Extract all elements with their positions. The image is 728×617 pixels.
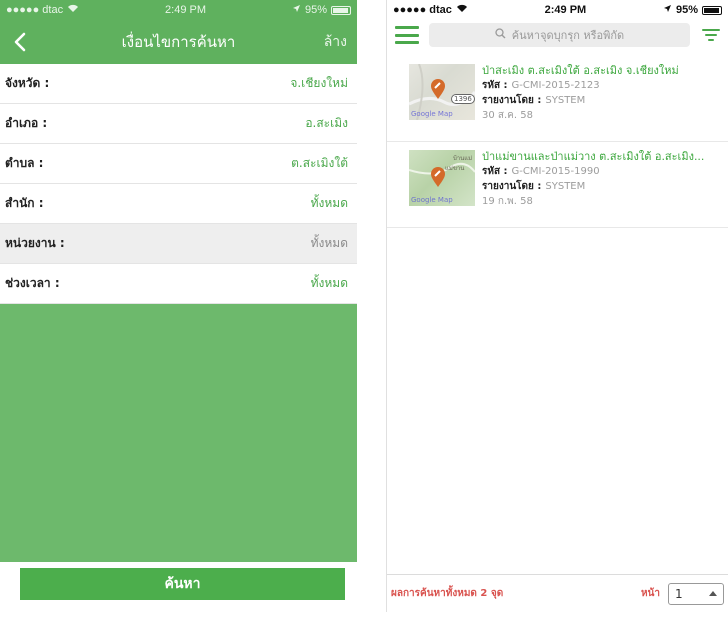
- filter-screen: ●●●●● dtac 2:49 PM 95% เงื่อนไขการค้นหา …: [0, 0, 357, 612]
- result-card[interactable]: บ้านแม่ แม่ขาน Google Map ป่าแม่ขานและป่…: [387, 142, 728, 228]
- filter-icon[interactable]: [700, 27, 722, 43]
- status-time: 2:49 PM: [544, 4, 587, 16]
- location-icon: [663, 4, 672, 16]
- filter-label: ตำบล :: [5, 156, 44, 170]
- results-count: ผลการค้นหาทั้งหมด 2 จุด: [391, 588, 504, 599]
- result-date: 19 ก.พ. 58: [482, 196, 533, 207]
- result-reporter-line: รายงานโดย : SYSTEM: [482, 93, 724, 108]
- map-place-label: บ้านแม่: [453, 155, 473, 162]
- page-title: เงื่อนไขการค้นหา: [121, 33, 236, 51]
- battery-percent: 95%: [304, 4, 327, 16]
- results-list: 1396 Google Map ป่าสะเมิง ต.สะเมิงใต้ อ.…: [387, 50, 728, 228]
- filter-row-bureau[interactable]: สำนัก : ทั้งหมด: [0, 184, 357, 224]
- result-title: ป่าสะเมิง ต.สะเมิงใต้ อ.สะเมิง จ.เชียงให…: [482, 64, 679, 77]
- reporter-label: รายงานโดย :: [482, 95, 542, 106]
- wifi-icon: [67, 4, 79, 16]
- result-reporter: SYSTEM: [545, 95, 586, 106]
- magnifier-icon: [495, 28, 506, 42]
- result-reporter-line: รายงานโดย : SYSTEM: [482, 179, 724, 194]
- wifi-icon: [456, 4, 468, 16]
- code-label: รหัส :: [482, 80, 508, 91]
- result-code: G-CMI-2015-1990: [511, 166, 600, 177]
- page-select[interactable]: 1: [668, 582, 724, 605]
- caret-up-icon: [709, 591, 717, 596]
- results-footer: ผลการค้นหาทั้งหมด 2 จุด หน้า 1: [387, 574, 728, 612]
- search-button[interactable]: ค้นหา: [20, 568, 345, 600]
- result-card-body: ป่าแม่ขานและป่าแม่วาง ต.สะเมิงใต้ อ.สะเม…: [482, 150, 724, 221]
- search-header: ค้นหาจุดบุกรุก หรือพิกัด: [387, 20, 728, 50]
- status-bar: ●●●●● dtac 2:49 PM 95%: [0, 0, 357, 20]
- page-value: 1: [675, 586, 683, 601]
- filter-label: สำนัก :: [5, 196, 44, 210]
- location-icon: [292, 4, 301, 16]
- filter-value: อ.สะเมิง: [305, 116, 348, 130]
- filter-label: หน่วยงาน :: [5, 236, 65, 250]
- result-title: ป่าแม่ขานและป่าแม่วาง ต.สะเมิงใต้ อ.สะเม…: [482, 150, 705, 163]
- result-reporter: SYSTEM: [545, 181, 586, 192]
- filter-row-province[interactable]: จังหวัด : จ.เชียงใหม่: [0, 64, 357, 104]
- map-place-label: แม่ขาน: [445, 165, 465, 172]
- map-thumbnail: 1396 Google Map: [409, 64, 475, 120]
- filter-row-period[interactable]: ช่วงเวลา : ทั้งหมด: [0, 264, 357, 304]
- filter-label: จังหวัด :: [5, 76, 50, 90]
- reporter-label: รายงานโดย :: [482, 181, 542, 192]
- google-map-watermark: Google Map: [411, 110, 453, 118]
- carrier-label: ●●●●● dtac: [6, 4, 64, 16]
- result-code-line: รหัส : G-CMI-2015-2123: [482, 78, 724, 93]
- road-number-badge: 1396: [451, 94, 475, 104]
- filter-row-district[interactable]: อำเภอ : อ.สะเมิง: [0, 104, 357, 144]
- filter-value: จ.เชียงใหม่: [290, 76, 348, 90]
- status-bar: ●●●●● dtac 2:49 PM 95%: [387, 0, 728, 20]
- carrier-label: ●●●●● dtac: [393, 4, 452, 16]
- battery-icon: [330, 5, 351, 15]
- hamburger-menu-icon[interactable]: [395, 26, 419, 44]
- filter-value: ต.สะเมิงใต้: [291, 156, 348, 170]
- filter-value: ทั้งหมด: [310, 236, 348, 250]
- code-label: รหัส :: [482, 166, 508, 177]
- chevron-left-icon[interactable]: [10, 27, 30, 57]
- map-pin-icon: [431, 167, 445, 187]
- search-input[interactable]: ค้นหาจุดบุกรุก หรือพิกัด: [429, 23, 690, 47]
- status-time: 2:49 PM: [165, 4, 206, 16]
- filter-label: ช่วงเวลา :: [5, 276, 60, 290]
- filter-value: ทั้งหมด: [310, 196, 348, 210]
- map-thumbnail: บ้านแม่ แม่ขาน Google Map: [409, 150, 475, 206]
- page-label: หน้า: [640, 588, 660, 599]
- google-map-watermark: Google Map: [411, 196, 453, 204]
- results-screen: ●●●●● dtac 2:49 PM 95% ค้นหาจุดบุกรุก หร…: [386, 0, 728, 612]
- clear-button[interactable]: ล้าง: [324, 31, 347, 53]
- battery-icon: [701, 5, 722, 15]
- nav-bar: เงื่อนไขการค้นหา ล้าง: [0, 20, 357, 64]
- result-code: G-CMI-2015-2123: [511, 80, 600, 91]
- result-date: 30 ส.ค. 58: [482, 110, 533, 121]
- result-card-body: ป่าสะเมิง ต.สะเมิงใต้ อ.สะเมิง จ.เชียงให…: [482, 64, 724, 135]
- map-pin-icon: [431, 79, 445, 99]
- result-code-line: รหัส : G-CMI-2015-1990: [482, 164, 724, 179]
- filter-value: ทั้งหมด: [310, 276, 348, 290]
- filter-list: จังหวัด : จ.เชียงใหม่ อำเภอ : อ.สะเมิง ต…: [0, 64, 357, 304]
- result-card[interactable]: 1396 Google Map ป่าสะเมิง ต.สะเมิงใต้ อ.…: [387, 56, 728, 142]
- filter-row-subdistrict[interactable]: ตำบล : ต.สะเมิงใต้: [0, 144, 357, 184]
- filter-row-agency[interactable]: หน่วยงาน : ทั้งหมด: [0, 224, 357, 264]
- battery-percent: 95%: [675, 4, 698, 16]
- search-placeholder: ค้นหาจุดบุกรุก หรือพิกัด: [511, 29, 625, 42]
- filter-label: อำเภอ :: [5, 116, 48, 130]
